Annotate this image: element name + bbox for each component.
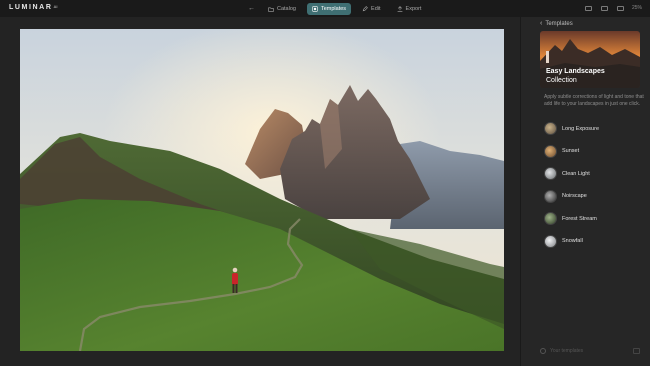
templates-icon xyxy=(312,5,318,12)
template-item-clean-light[interactable]: Clean Light xyxy=(544,166,644,181)
user-templates-icon xyxy=(540,348,546,354)
view-controls: 25% xyxy=(576,5,642,11)
panel-toggle-icon[interactable] xyxy=(600,5,608,11)
template-list: Long Exposure Sunset Clean Light Noirsca… xyxy=(544,121,644,256)
collection-description: Apply subtle corrections of light and to… xyxy=(544,94,644,107)
template-thumbnail xyxy=(544,212,557,225)
landscape-photo[interactable] xyxy=(20,29,504,351)
tab-catalog[interactable]: Catalog xyxy=(263,3,301,15)
template-label: Sunset xyxy=(562,148,580,154)
template-label: Long Exposure xyxy=(562,125,599,132)
template-thumbnail xyxy=(544,167,557,180)
image-canvas xyxy=(0,17,520,366)
app-logo: LUMINARAI xyxy=(9,4,58,11)
template-thumbnail xyxy=(544,144,557,158)
back-arrow-icon[interactable]: ← xyxy=(248,5,255,12)
mode-tabs: ← Catalog Templates Edit Export xyxy=(248,2,432,15)
panel-back-button[interactable]: ‹ Templates xyxy=(540,20,573,27)
template-item-sunset[interactable]: Sunset xyxy=(544,144,644,159)
tab-templates[interactable]: Templates xyxy=(306,2,352,15)
template-item-long-exposure[interactable]: Long Exposure xyxy=(544,121,644,136)
template-label: Snowfall xyxy=(562,238,583,244)
tab-edit-label: Edit xyxy=(371,5,381,12)
template-label: Clean Light xyxy=(562,170,590,177)
eye-icon[interactable] xyxy=(616,5,624,11)
your-templates-link[interactable]: Your templates xyxy=(540,348,583,354)
template-item-snowfall[interactable]: Snowfall xyxy=(544,234,644,249)
collection-hero[interactable]: Easy Landscapes Collection xyxy=(540,31,640,88)
template-item-forest-stream[interactable]: Forest Stream xyxy=(544,211,644,226)
tab-export[interactable]: Export xyxy=(392,3,427,15)
top-bar: LUMINARAI ← Catalog Templates Edit Expor… xyxy=(0,0,650,17)
tab-edit[interactable]: Edit xyxy=(357,3,385,15)
collection-title: Easy Landscapes Collection xyxy=(546,68,605,84)
folder-icon xyxy=(268,7,274,12)
template-thumbnail xyxy=(544,122,557,135)
template-thumbnail xyxy=(544,234,557,248)
edit-icon xyxy=(362,5,368,11)
landscape-photo-graphic xyxy=(20,29,504,351)
zoom-level[interactable]: 25% xyxy=(632,5,642,11)
chevron-left-icon: ‹ xyxy=(540,20,543,27)
export-icon xyxy=(397,5,402,12)
tab-catalog-label: Catalog xyxy=(277,5,296,12)
template-thumbnail xyxy=(544,189,557,203)
folder-icon[interactable] xyxy=(633,348,640,354)
template-item-noirscape[interactable]: Noirscape xyxy=(544,189,644,204)
tab-templates-label: Templates xyxy=(320,5,347,12)
tab-export-label: Export xyxy=(405,5,422,12)
compare-icon[interactable] xyxy=(584,5,592,11)
templates-panel: ‹ Templates Easy Landscapes Collection A… xyxy=(520,17,650,366)
template-label: Noirscape xyxy=(562,193,587,199)
panel-back-label: Templates xyxy=(545,20,573,27)
your-templates-label: Your templates xyxy=(550,348,584,354)
template-label: Forest Stream xyxy=(562,215,597,222)
